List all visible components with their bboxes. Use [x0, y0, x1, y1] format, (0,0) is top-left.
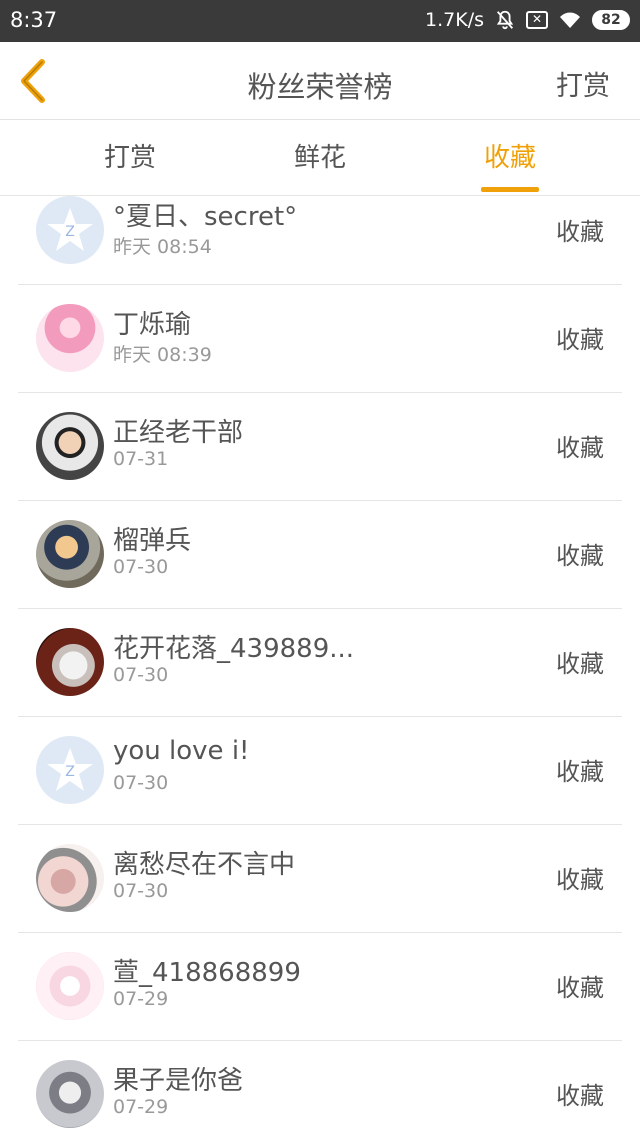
user-name: 正经老干部: [113, 418, 244, 448]
list-item[interactable]: 花开花落_439889... 07-30 收藏: [18, 609, 622, 717]
svg-text:Z: Z: [65, 224, 75, 240]
network-speed: 1.7K/s: [425, 9, 484, 31]
user-name: 花开花落_439889...: [113, 634, 355, 664]
tab-favorites[interactable]: 收藏: [440, 121, 580, 196]
anime-girl-avatar[interactable]: [36, 304, 104, 372]
user-time: 07-29: [113, 988, 169, 1010]
list-item[interactable]: Z you love i! 07-30 收藏: [18, 717, 622, 825]
hand-photo-avatar[interactable]: [36, 844, 104, 912]
action-tag: 收藏: [556, 218, 604, 246]
user-time: 07-30: [113, 772, 169, 794]
status-bar: 8:37 1.7K/s ✕ 82: [0, 0, 640, 42]
tab-bar: 打赏 鲜花 收藏: [0, 121, 640, 196]
tab-reward[interactable]: 打赏: [60, 121, 200, 196]
user-name: 丁烁瑜: [113, 310, 192, 340]
svg-text:Z: Z: [65, 764, 75, 780]
list-item[interactable]: 离愁尽在不言中 07-30 收藏: [18, 825, 622, 933]
girl-portrait-avatar[interactable]: [36, 1060, 104, 1128]
back-chevron-icon[interactable]: [14, 58, 54, 104]
battery-indicator: 82: [592, 10, 630, 30]
user-name: 果子是你爸: [113, 1066, 244, 1096]
header-bar: 粉丝荣誉榜 打赏: [0, 42, 640, 120]
reward-button[interactable]: 打赏: [556, 64, 610, 103]
action-tag: 收藏: [556, 434, 604, 462]
user-name: 萱_418868899: [113, 958, 301, 988]
anime-girl-avatar[interactable]: [36, 952, 104, 1020]
list-item[interactable]: 萱_418868899 07-29 收藏: [18, 933, 622, 1041]
soldier-avatar[interactable]: [36, 520, 104, 588]
list-item[interactable]: 正经老干部 07-31 收藏: [18, 393, 622, 501]
action-tag: 收藏: [556, 758, 604, 786]
user-time: 昨天 08:39: [113, 344, 212, 366]
action-tag: 收藏: [556, 542, 604, 570]
status-icons: 1.7K/s ✕ 82: [425, 9, 630, 31]
user-name: you love i!: [113, 736, 250, 766]
active-tab-indicator: [481, 187, 539, 192]
page-title: 粉丝荣誉榜: [247, 70, 393, 104]
user-time: 昨天 08:54: [113, 236, 212, 258]
sim-card-icon: ✕: [526, 11, 548, 29]
user-time: 07-30: [113, 556, 169, 578]
status-time: 8:37: [10, 8, 58, 32]
action-tag: 收藏: [556, 866, 604, 894]
user-time: 07-29: [113, 1096, 169, 1118]
list-item[interactable]: 榴弹兵 07-30 收藏: [18, 501, 622, 609]
action-tag: 收藏: [556, 326, 604, 354]
action-tag: 收藏: [556, 1082, 604, 1110]
boy-sunglasses-avatar[interactable]: [36, 412, 104, 480]
user-time: 07-30: [113, 880, 169, 902]
default-avatar-icon[interactable]: Z: [36, 736, 104, 804]
user-time: 07-31: [113, 448, 169, 470]
wifi-icon: [560, 12, 580, 28]
user-time: 07-30: [113, 664, 169, 686]
action-tag: 收藏: [556, 650, 604, 678]
cat-avatar[interactable]: [36, 628, 104, 696]
user-name: °夏日、secret°: [113, 202, 298, 232]
default-avatar-icon[interactable]: Z: [36, 196, 104, 264]
list-item[interactable]: Z °夏日、secret° 昨天 08:54 收藏: [18, 196, 622, 285]
user-name: 榴弹兵: [113, 526, 192, 556]
bell-muted-icon: [496, 10, 514, 30]
list-item[interactable]: 果子是你爸 07-29 收藏: [18, 1041, 622, 1138]
user-name: 离愁尽在不言中: [113, 850, 296, 880]
action-tag: 收藏: [556, 974, 604, 1002]
fans-list[interactable]: Z °夏日、secret° 昨天 08:54 收藏 丁烁瑜 昨天 08:39 收…: [0, 196, 640, 1138]
tab-flowers[interactable]: 鲜花: [250, 121, 390, 196]
list-item[interactable]: 丁烁瑜 昨天 08:39 收藏: [18, 285, 622, 393]
